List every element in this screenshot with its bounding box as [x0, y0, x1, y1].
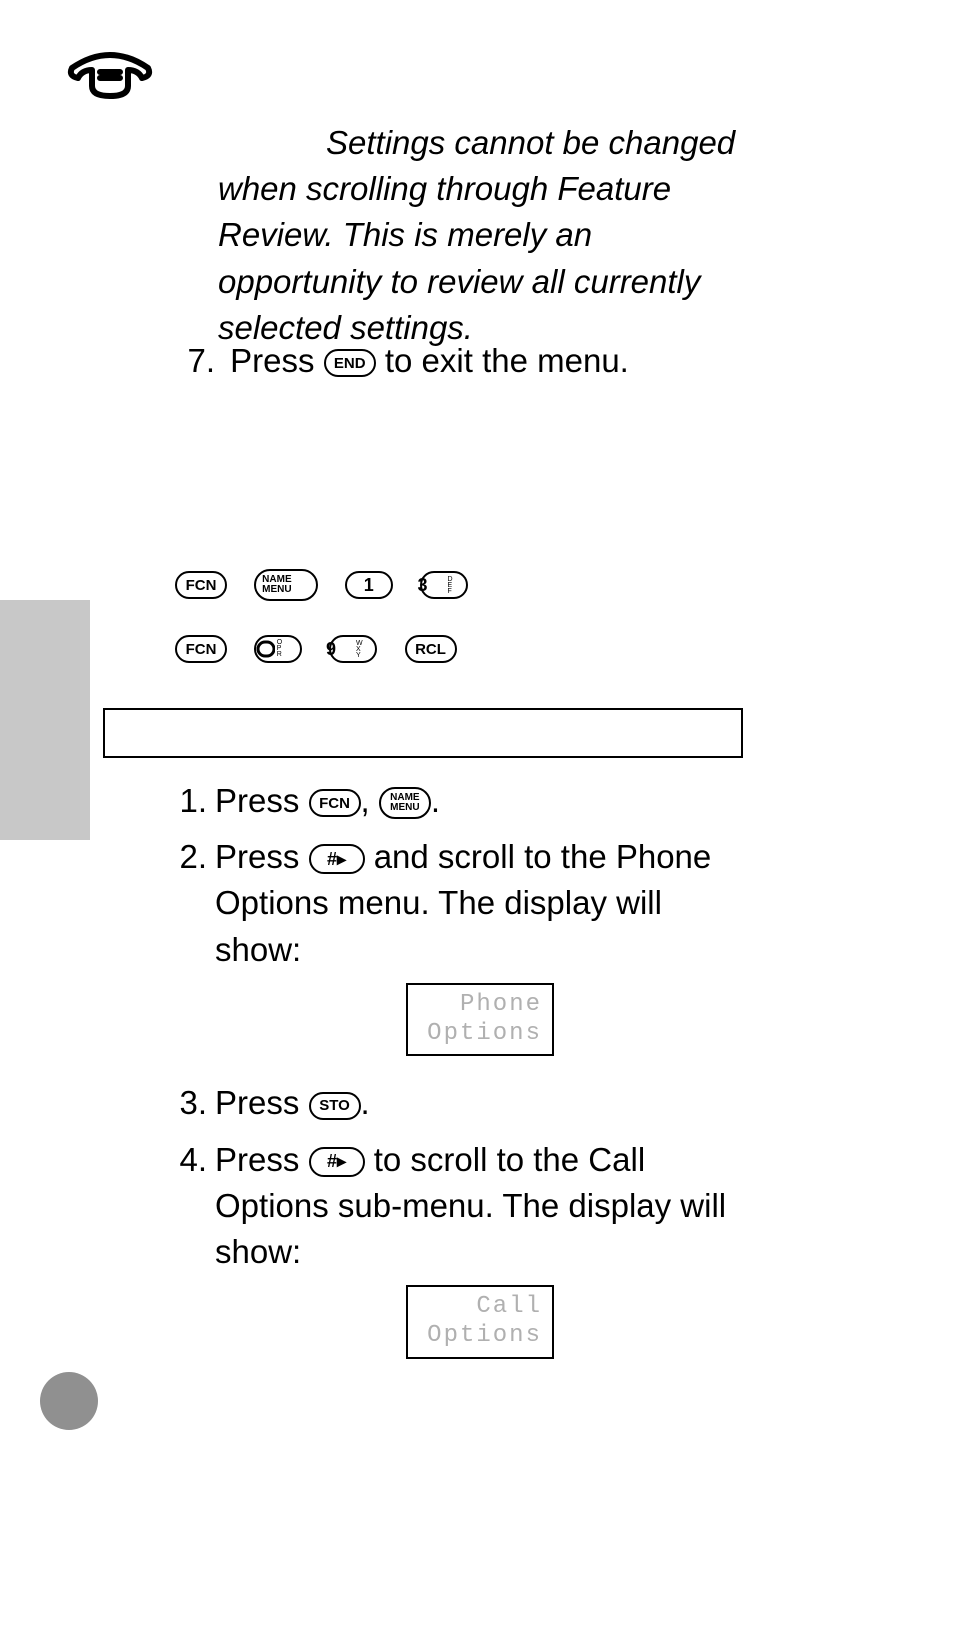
step-1: 1. Press FCN, NAMEMENU.	[175, 778, 745, 824]
step-4: 4. Press #▸ to scroll to the Call Option…	[175, 1137, 745, 1373]
feature-review-note: Settings cannot be changed when scrollin…	[218, 120, 738, 351]
step-number: 7.	[175, 338, 215, 384]
name-menu-key-icon: NAMEMENU	[254, 569, 317, 601]
step-text: ,	[361, 782, 379, 819]
phone-handset-icon	[64, 48, 156, 114]
step-text: .	[361, 1084, 370, 1121]
step-text: Press	[215, 1084, 309, 1121]
display-line: Phone	[418, 991, 542, 1020]
step-text: Press	[215, 1141, 309, 1178]
step-text: to exit the menu.	[376, 342, 629, 379]
step-number: 4.	[175, 1137, 215, 1373]
side-tab	[0, 600, 90, 840]
three-key-icon: 3DEF	[420, 571, 468, 599]
step-2: 2. Press #▸ and scroll to the Phone Opti…	[175, 834, 745, 1070]
step-text: Press	[215, 782, 309, 819]
end-key-icon: END	[324, 349, 376, 377]
display-line: Options	[418, 1322, 542, 1351]
step-3: 3. Press STO.	[175, 1080, 745, 1126]
fcn-key-icon: FCN	[309, 789, 361, 817]
steps-list: 1. Press FCN, NAMEMENU. 2. Press #▸ and …	[175, 778, 745, 1383]
step-number: 1.	[175, 778, 215, 824]
step-number: 2.	[175, 834, 215, 1070]
name-menu-key-icon: NAMEMENU	[379, 787, 431, 819]
hash-key-icon: #▸	[309, 844, 365, 874]
one-key-icon: 1	[345, 571, 393, 599]
nine-key-icon: 9WXY	[329, 635, 377, 663]
hash-key-icon: #▸	[309, 1147, 365, 1177]
fcn-key-icon: FCN	[175, 571, 227, 599]
lcd-display: Call Options	[406, 1285, 554, 1359]
fcn-key-icon: FCN	[175, 635, 227, 663]
sto-key-icon: STO	[309, 1092, 361, 1120]
step-text: .	[431, 782, 440, 819]
shortcut-keys-row-1: FCN NAMEMENU 1 3DEF	[175, 560, 486, 606]
display-line: Options	[418, 1020, 542, 1049]
rcl-key-icon: RCL	[405, 635, 457, 663]
step-7: 7. Press END to exit the menu.	[175, 338, 735, 384]
section-heading-box	[103, 708, 743, 758]
shortcut-keys-row-2: FCN OPR 9WXY RCL	[175, 624, 475, 670]
step-number: 3.	[175, 1080, 215, 1126]
display-line: Call	[418, 1293, 542, 1322]
lcd-display: Phone Options	[406, 983, 554, 1057]
page-number-circle	[40, 1372, 98, 1430]
zero-key-icon: OPR	[254, 635, 302, 663]
step-text: Press	[230, 342, 324, 379]
step-text: Press	[215, 838, 309, 875]
